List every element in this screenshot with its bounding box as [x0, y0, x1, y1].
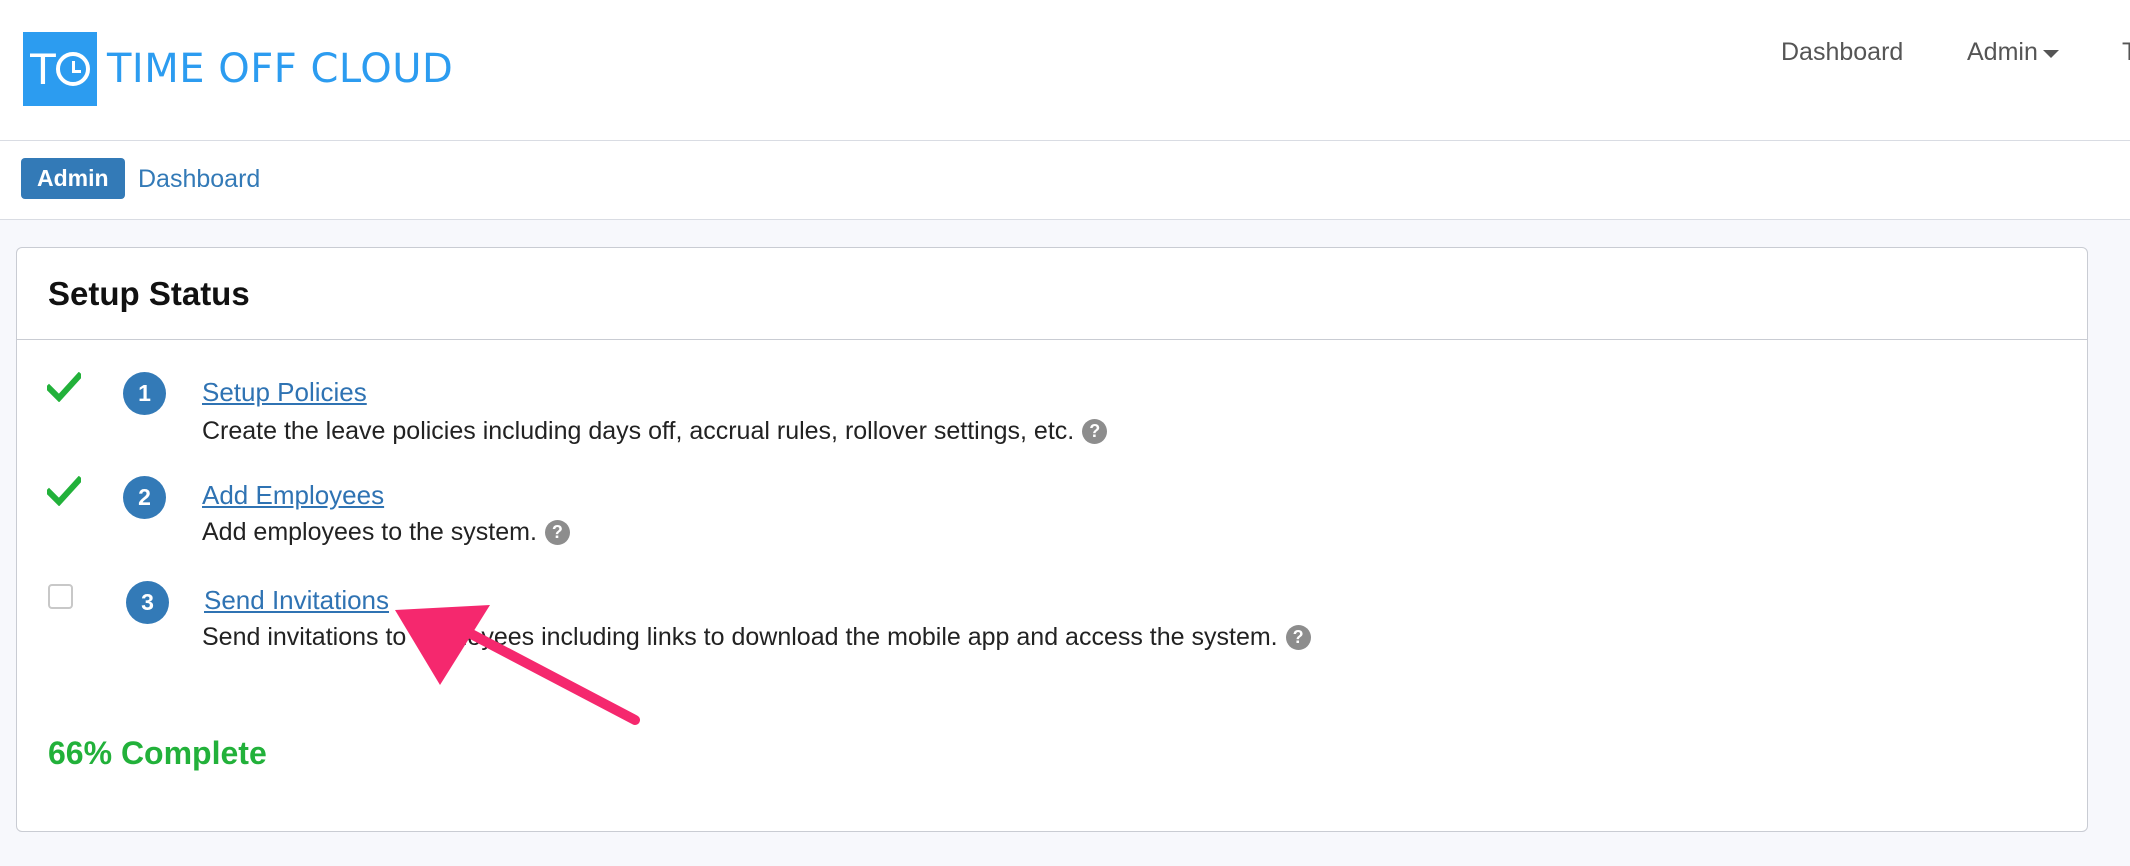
brand-name: TIME OFF CLOUD	[107, 46, 454, 92]
nav-admin-label: Admin	[1967, 37, 2038, 66]
brand-logo[interactable]: T TIME OFF CLOUD	[23, 32, 453, 106]
step-number-badge: 1	[123, 372, 166, 415]
step-number-badge: 2	[123, 476, 166, 519]
step-3-checkbox[interactable]	[48, 584, 73, 609]
step-2-description: Add employees to the system. ?	[202, 518, 570, 547]
question-circle-icon[interactable]: ?	[1082, 419, 1108, 444]
panel-header: Setup Status	[17, 248, 2087, 340]
caret-down-icon	[2042, 49, 2059, 58]
nav-dashboard-link[interactable]: Dashboard	[1781, 38, 1903, 67]
breadcrumb-dashboard-link[interactable]: Dashboard	[138, 165, 260, 194]
logo-mark: T	[23, 32, 97, 106]
breadcrumb: Admin Dashboard	[0, 141, 2130, 220]
panel-title: Setup Status	[48, 274, 250, 312]
step-1-status	[47, 372, 81, 402]
step-description-text: Create the leave policies including days…	[202, 417, 1075, 445]
step-number-badge: 3	[126, 581, 169, 624]
question-circle-icon[interactable]: ?	[544, 520, 570, 545]
progress-complete-text: 66% Complete	[48, 735, 267, 771]
logo-letter: T	[30, 44, 56, 94]
step-1-description: Create the leave policies including days…	[202, 417, 1108, 446]
step-3-status	[48, 584, 73, 609]
step-description-text: Add employees to the system.	[202, 518, 537, 546]
question-circle-icon[interactable]: ?	[1285, 625, 1311, 650]
step-3-description: Send invitations to employees including …	[202, 623, 1311, 652]
breadcrumb-admin-badge[interactable]: Admin	[21, 158, 125, 199]
top-navbar: T TIME OFF CLOUD Dashboard Admin T	[0, 0, 2130, 141]
nav-truncated-item[interactable]: T	[2122, 38, 2130, 67]
setup-policies-link[interactable]: Setup Policies	[202, 377, 367, 408]
setup-status-panel: Setup Status 1 Setup Policies Create the…	[16, 247, 2088, 832]
send-invitations-link[interactable]: Send Invitations	[204, 585, 389, 616]
add-employees-link[interactable]: Add Employees	[202, 480, 384, 511]
step-2-status	[47, 476, 81, 506]
step-description-text: Send invitations to employees including …	[202, 623, 1278, 651]
check-icon	[47, 476, 81, 506]
nav-admin-dropdown[interactable]: Admin	[1967, 38, 2059, 67]
clock-icon	[55, 52, 90, 86]
check-icon	[47, 372, 81, 402]
